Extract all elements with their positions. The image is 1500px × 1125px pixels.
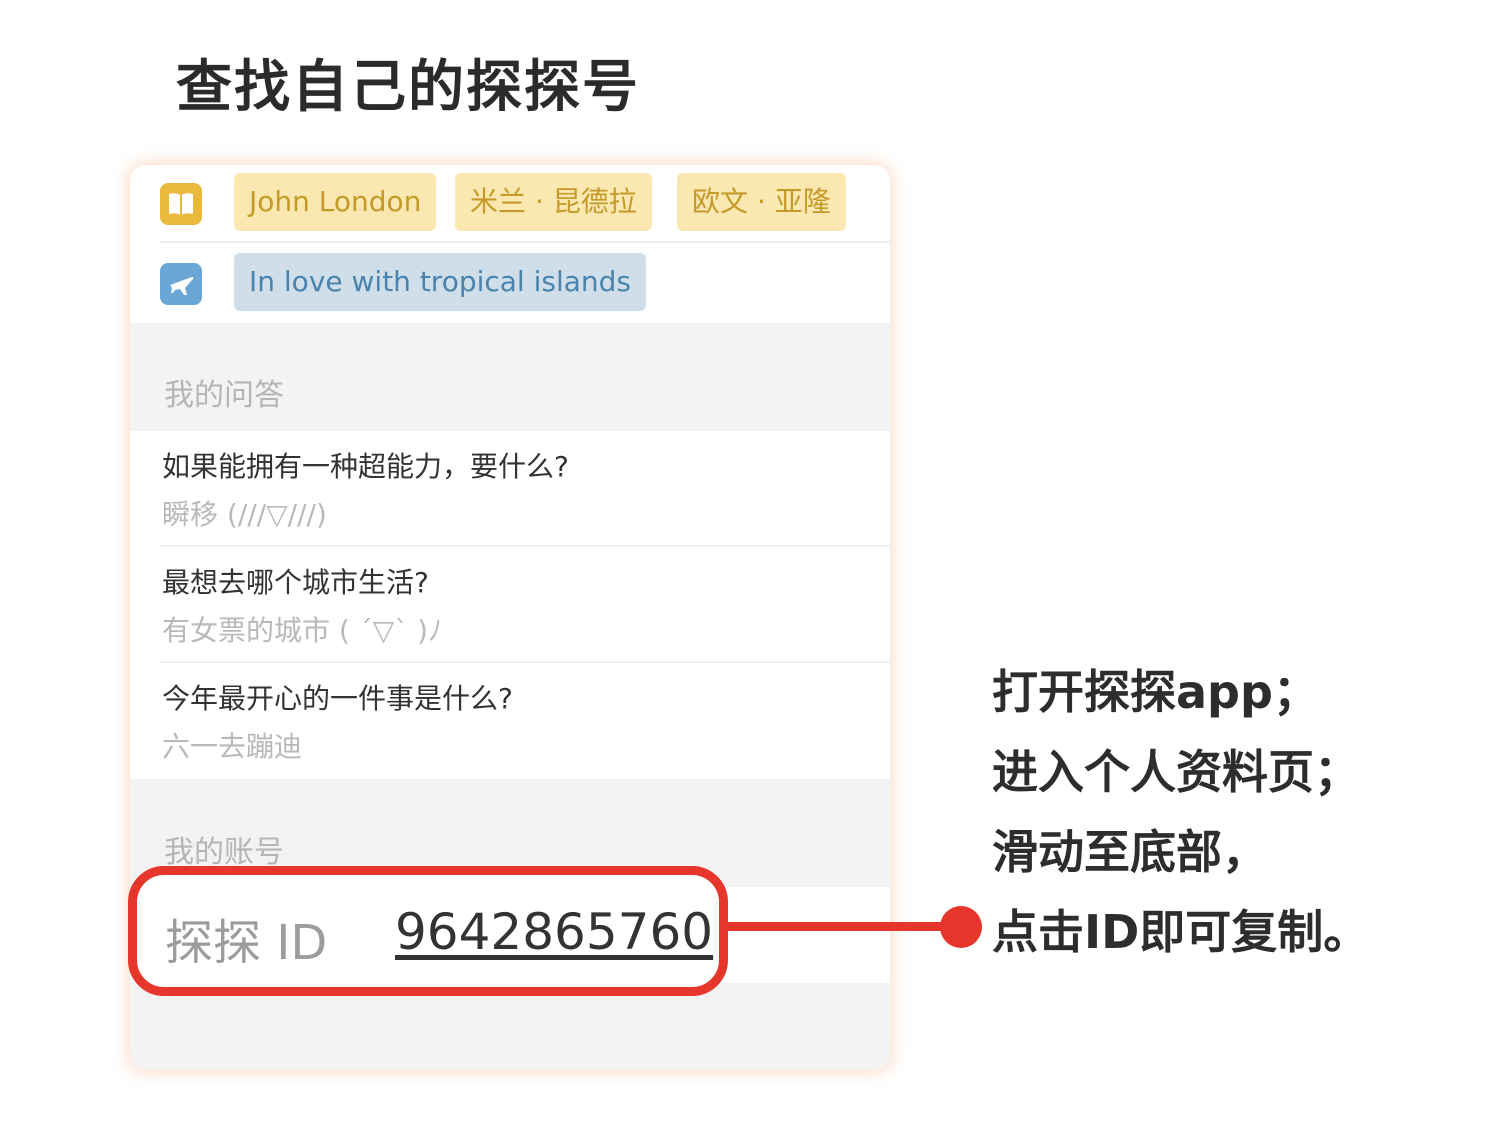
airplane-icon <box>160 263 202 305</box>
qa-list: 如果能拥有一种超能力，要什么? 瞬移 (///▽///) 最想去哪个城市生活? … <box>130 431 890 779</box>
qa-section-header: 我的问答 <box>164 378 284 413</box>
qa-item[interactable]: 如果能拥有一种超能力，要什么? 瞬移 (///▽///) <box>130 431 890 547</box>
qa-question: 如果能拥有一种超能力，要什么? <box>162 450 569 483</box>
qa-item[interactable]: 最想去哪个城市生活? 有女票的城市 ( ´▽` )ﾉ <box>130 547 890 663</box>
book-tag[interactable]: John London <box>234 173 437 231</box>
book-tag[interactable]: 欧文 · 亚隆 <box>677 173 846 231</box>
instruction-step: 进入个人资料页； <box>992 745 1360 799</box>
qa-question: 今年最开心的一件事是什么? <box>162 682 513 715</box>
callout-connector-line <box>728 922 960 931</box>
travel-tag[interactable]: In love with tropical islands <box>234 253 647 311</box>
qa-answer: 瞬移 (///▽///) <box>162 498 327 531</box>
guide-page: 查找自己的探探号 John London 米兰 · 昆德拉 欧文 · 亚隆 In… <box>0 0 1500 1125</box>
instruction-step: 点击ID即可复制。 <box>992 905 1370 959</box>
qa-item[interactable]: 今年最开心的一件事是什么? 六一去蹦迪 <box>130 663 890 779</box>
page-title: 查找自己的探探号 <box>176 55 640 120</box>
qa-question: 最想去哪个城市生活? <box>162 566 429 599</box>
tantan-id-label: 探探 ID <box>165 915 328 971</box>
open-book-icon <box>160 183 202 225</box>
book-tags-row: John London 米兰 · 昆德拉 欧文 · 亚隆 <box>130 165 890 243</box>
callout-connector-dot <box>940 906 982 948</box>
qa-answer: 六一去蹦迪 <box>162 730 303 763</box>
instruction-step: 滑动至底部， <box>992 825 1268 879</box>
qa-answer: 有女票的城市 ( ´▽` )ﾉ <box>162 614 443 647</box>
instructions: 打开探探app； 进入个人资料页； 滑动至底部， 点击ID即可复制。 <box>992 652 1369 972</box>
account-section-header: 我的账号 <box>164 835 284 870</box>
instruction-step: 打开探探app； <box>992 665 1319 719</box>
book-tag[interactable]: 米兰 · 昆德拉 <box>455 173 652 231</box>
tantan-id-highlight[interactable]: 探探 ID 9642865760 <box>128 866 728 996</box>
tantan-id-value[interactable]: 9642865760 <box>395 903 713 961</box>
travel-tags-row: In love with tropical islands <box>130 243 890 323</box>
